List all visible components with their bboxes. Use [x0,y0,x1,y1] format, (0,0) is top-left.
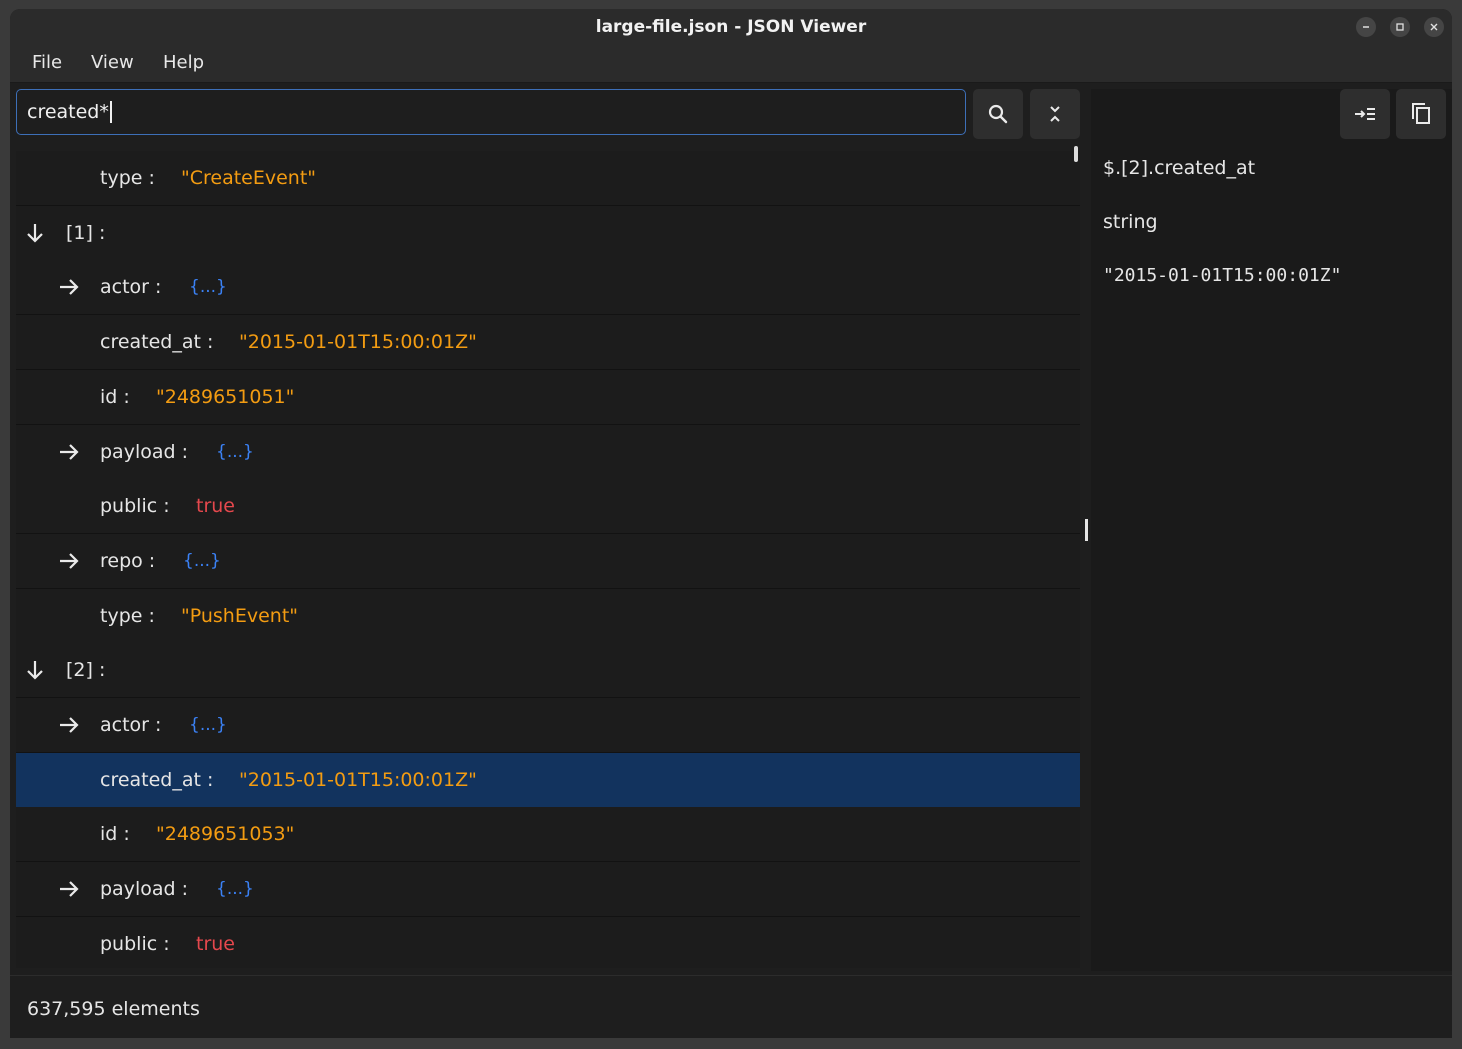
node-key: type : [100,605,155,627]
menu-bar: File View Help [10,44,1452,83]
node-key: id : [100,386,130,408]
close-button[interactable] [1424,17,1444,37]
tree-row[interactable]: created_at : "2015-01-01T15:00:01Z" [16,315,1080,370]
node-value-object: {...} [183,551,221,571]
tree-row[interactable]: type : "CreateEvent" [16,151,1080,206]
node-key: [1] : [66,222,106,244]
node-key: created_at : [100,331,214,353]
search-button[interactable] [973,89,1023,139]
tree-row[interactable]: id : "2489651051" [16,370,1080,425]
copy-icon [1412,103,1430,124]
node-value-object: {...} [189,715,227,735]
details-panel: $.[2].created_at string "2015-01-01T15:0… [1091,89,1452,971]
status-bar: 637,595 elements [10,975,1452,1038]
window-title: large-file.json - JSON Viewer [595,16,867,37]
title-bar[interactable]: large-file.json - JSON Viewer [10,9,1452,44]
node-value-string: "CreateEvent" [181,167,317,189]
menu-file[interactable]: File [32,52,62,73]
tree-row[interactable]: [1] : [16,206,1080,261]
close-icon [1430,23,1438,31]
right-arrow-icon[interactable] [57,713,81,737]
maximize-icon [1396,23,1404,31]
node-type: string [1103,211,1158,233]
go-to-node-button[interactable] [1340,89,1390,139]
node-key: payload : [100,878,188,900]
search-icon [988,104,1008,124]
minimize-icon [1363,26,1369,28]
node-value-string: "2015-01-01T15:00:01Z" [239,769,477,791]
right-arrow-icon[interactable] [57,440,81,464]
search-input[interactable]: created* [16,89,966,135]
node-key: type : [100,167,155,189]
tree-row[interactable]: public : true [16,479,1080,534]
app-window: large-file.json - JSON Viewer File View … [10,9,1452,1038]
node-key: actor : [100,276,162,298]
node-key: actor : [100,714,162,736]
tree-row-selected[interactable]: created_at : "2015-01-01T15:00:01Z" [16,753,1080,808]
down-arrow-icon[interactable] [23,658,47,682]
pane-splitter[interactable] [1085,519,1088,541]
node-key: payload : [100,441,188,463]
maximize-button[interactable] [1390,17,1410,37]
tree-row[interactable]: id : "2489651053" [16,807,1080,862]
tree-row[interactable]: payload : {...} [16,425,1080,480]
tree-row[interactable]: type : "PushEvent" [16,589,1080,644]
node-value-object: {...} [216,879,254,899]
node-key: created_at : [100,769,214,791]
copy-button[interactable] [1396,89,1446,139]
tree-row[interactable]: actor : {...} [16,698,1080,753]
tree-scrollbar[interactable] [1074,146,1078,162]
down-arrow-icon[interactable] [23,221,47,245]
menu-view[interactable]: View [91,52,134,73]
node-key: repo : [100,550,156,572]
node-path: $.[2].created_at [1103,157,1256,179]
tree-row[interactable]: actor : {...} [16,260,1080,315]
node-value-string: "2489651051" [156,386,295,408]
right-arrow-icon[interactable] [57,549,81,573]
node-key: id : [100,823,130,845]
node-value-boolean: true [196,933,235,955]
node-value-boolean: true [196,495,235,517]
search-input-value: created* [27,101,109,123]
tree-row[interactable]: public : true [16,917,1080,968]
node-value-object: {...} [189,277,227,297]
right-arrow-icon[interactable] [57,877,81,901]
node-key: [2] : [66,659,106,681]
node-key: public : [100,495,170,517]
node-value-string: "2489651053" [156,823,295,845]
node-key: public : [100,933,170,955]
node-value: "2015-01-01T15:00:01Z" [1103,265,1342,286]
collapse-icon [1050,106,1060,122]
minimize-button[interactable] [1356,17,1376,37]
node-value-string: "PushEvent" [181,605,299,627]
json-tree: type : "CreateEvent" [1] : actor : {...} crea… [16,148,1080,968]
text-caret [109,101,112,123]
element-count: 637,595 elements [27,998,200,1020]
tree-row[interactable]: [2] : [16,643,1080,698]
node-value-string: "2015-01-01T15:00:01Z" [239,331,477,353]
menu-help[interactable]: Help [163,52,204,73]
jump-to-icon [1355,108,1375,120]
collapse-all-button[interactable] [1030,89,1080,139]
right-arrow-icon[interactable] [57,275,81,299]
node-value-object: {...} [216,442,254,462]
tree-row[interactable]: payload : {...} [16,862,1080,917]
tree-row[interactable]: repo : {...} [16,534,1080,589]
